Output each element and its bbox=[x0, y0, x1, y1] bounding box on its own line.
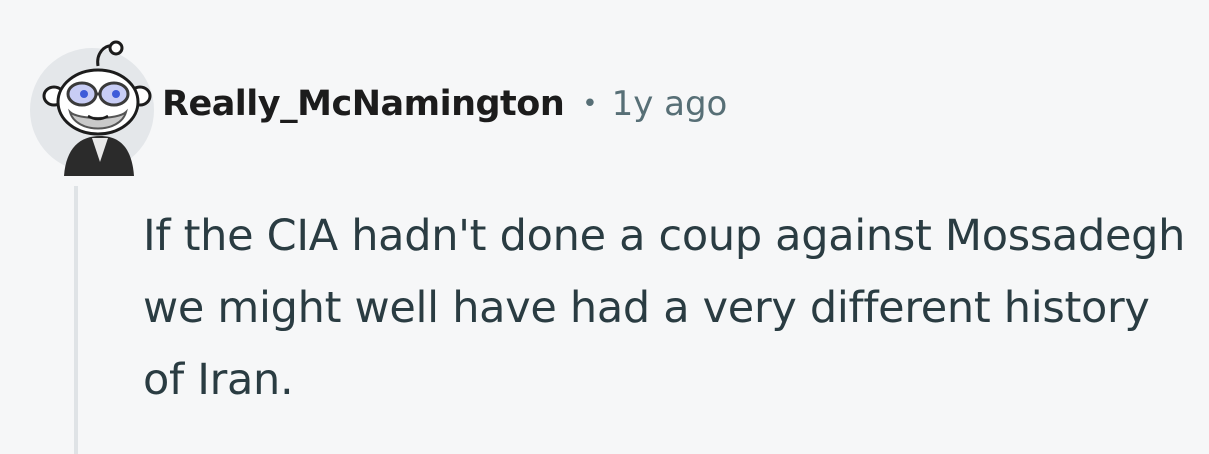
comment-text: If the CIA hadn't done a coup against Mo… bbox=[143, 211, 1186, 405]
author-name[interactable]: Really_McNamington bbox=[162, 84, 565, 124]
comment-timestamp[interactable]: 1y ago bbox=[612, 84, 728, 124]
comment-body: If the CIA hadn't done a coup against Mo… bbox=[143, 200, 1203, 416]
comment-header: Really_McNamington • 1y ago bbox=[162, 78, 727, 130]
avatar[interactable] bbox=[28, 36, 156, 176]
comment: Really_McNamington • 1y ago If the CIA h… bbox=[0, 0, 1209, 454]
thread-line[interactable] bbox=[74, 186, 78, 454]
meta-separator: • bbox=[582, 89, 598, 119]
snoo-avatar-icon bbox=[42, 40, 152, 176]
